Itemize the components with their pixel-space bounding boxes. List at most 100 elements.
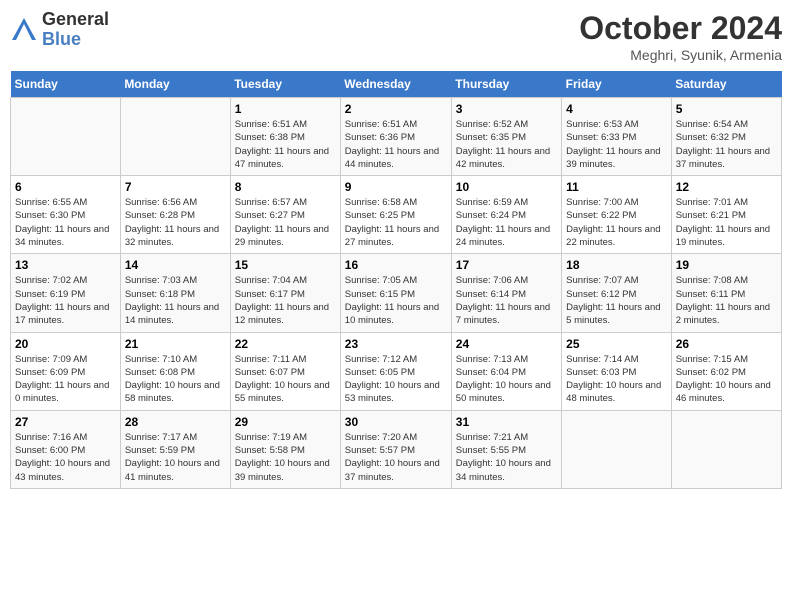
table-row: 2Sunrise: 6:51 AM Sunset: 6:36 PM Daylig… (340, 98, 451, 176)
table-row: 7 Sunrise: 6:56 AM Sunset: 6:28 PM Daylig… (120, 176, 230, 254)
day-info: Sunrise: 7:09 AM Sunset: 6:09 PM Dayligh… (15, 353, 116, 406)
day-info: Sunrise: 7:10 AM Sunset: 6:08 PM Dayligh… (125, 353, 226, 406)
day-number: 26 (676, 337, 777, 351)
day-info: Sunrise: 6:51 AM Sunset: 6:36 PM Dayligh… (345, 118, 447, 171)
logo-general: General (42, 10, 109, 30)
table-row: 12 Sunrise: 7:01 AM Sunset: 6:21 PM Dayli… (671, 176, 781, 254)
day-number: 31 (456, 415, 557, 429)
day-number: 19 (676, 258, 777, 272)
day-info: Sunrise: 7:21 AM Sunset: 5:55 PM Dayligh… (456, 431, 557, 484)
day-info: Sunrise: 6:56 AM Sunset: 6:28 PM Dayligh… (125, 196, 226, 249)
day-number: 17 (456, 258, 557, 272)
day-info: Sunrise: 7:13 AM Sunset: 6:04 PM Dayligh… (456, 353, 557, 406)
page-header: General Blue October 2024 Meghri, Syunik… (10, 10, 782, 63)
table-row: 31 Sunrise: 7:21 AM Sunset: 5:55 PM Dayli… (451, 410, 561, 488)
table-row: 14Sunrise: 7:03 AM Sunset: 6:18 PM Dayli… (120, 254, 230, 332)
table-row: 13Sunrise: 7:02 AM Sunset: 6:19 PM Dayli… (11, 254, 121, 332)
day-number: 6 (15, 180, 116, 194)
table-row: 26 Sunrise: 7:15 AM Sunset: 6:02 PM Dayli… (671, 332, 781, 410)
day-number: 9 (345, 180, 447, 194)
day-info: Sunrise: 6:53 AM Sunset: 6:33 PM Dayligh… (566, 118, 667, 171)
table-row: 11 Sunrise: 7:00 AM Sunset: 6:22 PM Dayli… (562, 176, 672, 254)
table-row: 19 Sunrise: 7:08 AM Sunset: 6:11 PM Dayli… (671, 254, 781, 332)
table-row: 28 Sunrise: 7:17 AM Sunset: 5:59 PM Dayli… (120, 410, 230, 488)
table-row: 5 Sunrise: 6:54 AM Sunset: 6:32 PM Daylig… (671, 98, 781, 176)
table-row: 25Sunrise: 7:14 AM Sunset: 6:03 PM Dayli… (562, 332, 672, 410)
day-info: Sunrise: 6:58 AM Sunset: 6:25 PM Dayligh… (345, 196, 447, 249)
day-info: Sunrise: 6:57 AM Sunset: 6:27 PM Dayligh… (235, 196, 336, 249)
day-number: 30 (345, 415, 447, 429)
day-number: 14 (125, 258, 226, 272)
header-day-thursday: Thursday (451, 71, 561, 98)
day-number: 15 (235, 258, 336, 272)
day-number: 10 (456, 180, 557, 194)
day-info: Sunrise: 6:59 AM Sunset: 6:24 PM Dayligh… (456, 196, 557, 249)
table-row: 20 Sunrise: 7:09 AM Sunset: 6:09 PM Dayli… (11, 332, 121, 410)
location: Meghri, Syunik, Armenia (579, 47, 782, 63)
day-number: 20 (15, 337, 116, 351)
day-info: Sunrise: 7:07 AM Sunset: 6:12 PM Dayligh… (566, 274, 667, 327)
day-number: 24 (456, 337, 557, 351)
table-row: 18 Sunrise: 7:07 AM Sunset: 6:12 PM Dayli… (562, 254, 672, 332)
header-day-saturday: Saturday (671, 71, 781, 98)
table-row (671, 410, 781, 488)
header-day-friday: Friday (562, 71, 672, 98)
table-row (562, 410, 672, 488)
day-info: Sunrise: 7:15 AM Sunset: 6:02 PM Dayligh… (676, 353, 777, 406)
day-info: Sunrise: 6:54 AM Sunset: 6:32 PM Dayligh… (676, 118, 777, 171)
day-info: Sunrise: 7:11 AM Sunset: 6:07 PM Dayligh… (235, 353, 336, 406)
day-info: Sunrise: 7:14 AM Sunset: 6:03 PM Dayligh… (566, 353, 667, 406)
day-info: Sunrise: 7:05 AM Sunset: 6:15 PM Dayligh… (345, 274, 447, 327)
table-row: 27Sunrise: 7:16 AM Sunset: 6:00 PM Dayli… (11, 410, 121, 488)
header-day-wednesday: Wednesday (340, 71, 451, 98)
calendar-table: SundayMondayTuesdayWednesdayThursdayFrid… (10, 71, 782, 489)
day-number: 12 (676, 180, 777, 194)
logo-text: General Blue (42, 10, 109, 50)
title-block: October 2024 Meghri, Syunik, Armenia (579, 10, 782, 63)
calendar-header: SundayMondayTuesdayWednesdayThursdayFrid… (11, 71, 782, 98)
table-row: 23Sunrise: 7:12 AM Sunset: 6:05 PM Dayli… (340, 332, 451, 410)
logo: General Blue (10, 10, 109, 50)
week-row-3: 20 Sunrise: 7:09 AM Sunset: 6:09 PM Dayli… (11, 332, 782, 410)
table-row: 4Sunrise: 6:53 AM Sunset: 6:33 PM Daylig… (562, 98, 672, 176)
calendar-body: 1Sunrise: 6:51 AM Sunset: 6:38 PM Daylig… (11, 98, 782, 489)
logo-blue: Blue (42, 30, 109, 50)
table-row: 15Sunrise: 7:04 AM Sunset: 6:17 PM Dayli… (230, 254, 340, 332)
day-info: Sunrise: 7:19 AM Sunset: 5:58 PM Dayligh… (235, 431, 336, 484)
week-row-1: 6 Sunrise: 6:55 AM Sunset: 6:30 PM Daylig… (11, 176, 782, 254)
day-number: 22 (235, 337, 336, 351)
day-number: 27 (15, 415, 116, 429)
header-row: SundayMondayTuesdayWednesdayThursdayFrid… (11, 71, 782, 98)
table-row (120, 98, 230, 176)
day-info: Sunrise: 7:20 AM Sunset: 5:57 PM Dayligh… (345, 431, 447, 484)
day-number: 8 (235, 180, 336, 194)
month-title: October 2024 (579, 10, 782, 47)
day-number: 3 (456, 102, 557, 116)
table-row: 22 Sunrise: 7:11 AM Sunset: 6:07 PM Dayli… (230, 332, 340, 410)
day-info: Sunrise: 7:00 AM Sunset: 6:22 PM Dayligh… (566, 196, 667, 249)
table-row: 29 Sunrise: 7:19 AM Sunset: 5:58 PM Dayli… (230, 410, 340, 488)
day-number: 29 (235, 415, 336, 429)
day-number: 11 (566, 180, 667, 194)
day-number: 5 (676, 102, 777, 116)
day-info: Sunrise: 6:51 AM Sunset: 6:38 PM Dayligh… (235, 118, 336, 171)
day-number: 16 (345, 258, 447, 272)
day-info: Sunrise: 7:12 AM Sunset: 6:05 PM Dayligh… (345, 353, 447, 406)
day-number: 18 (566, 258, 667, 272)
day-number: 28 (125, 415, 226, 429)
table-row: 8 Sunrise: 6:57 AM Sunset: 6:27 PM Daylig… (230, 176, 340, 254)
day-info: Sunrise: 6:55 AM Sunset: 6:30 PM Dayligh… (15, 196, 116, 249)
day-info: Sunrise: 7:17 AM Sunset: 5:59 PM Dayligh… (125, 431, 226, 484)
table-row: 3Sunrise: 6:52 AM Sunset: 6:35 PM Daylig… (451, 98, 561, 176)
day-info: Sunrise: 7:08 AM Sunset: 6:11 PM Dayligh… (676, 274, 777, 327)
table-row: 1Sunrise: 6:51 AM Sunset: 6:38 PM Daylig… (230, 98, 340, 176)
week-row-2: 13Sunrise: 7:02 AM Sunset: 6:19 PM Dayli… (11, 254, 782, 332)
table-row: 6 Sunrise: 6:55 AM Sunset: 6:30 PM Daylig… (11, 176, 121, 254)
table-row: 17Sunrise: 7:06 AM Sunset: 6:14 PM Dayli… (451, 254, 561, 332)
day-info: Sunrise: 7:01 AM Sunset: 6:21 PM Dayligh… (676, 196, 777, 249)
header-day-sunday: Sunday (11, 71, 121, 98)
table-row: 24 Sunrise: 7:13 AM Sunset: 6:04 PM Dayli… (451, 332, 561, 410)
logo-icon (10, 16, 38, 44)
day-number: 7 (125, 180, 226, 194)
table-row: 16 Sunrise: 7:05 AM Sunset: 6:15 PM Dayli… (340, 254, 451, 332)
